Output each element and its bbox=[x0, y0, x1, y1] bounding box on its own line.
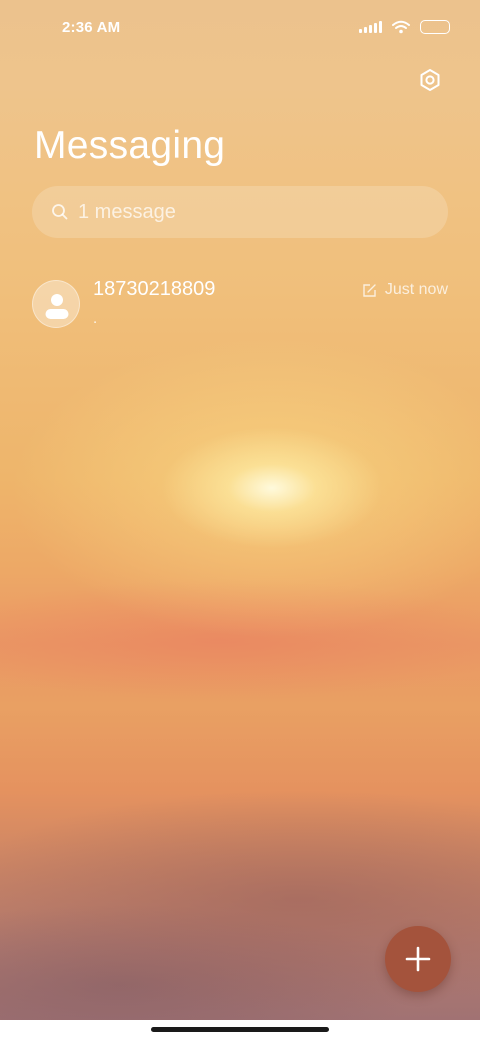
search-bar[interactable] bbox=[32, 186, 448, 238]
avatar bbox=[32, 280, 80, 328]
status-time: 2:36 AM bbox=[62, 19, 121, 36]
wifi-icon bbox=[392, 20, 410, 34]
search-input[interactable] bbox=[78, 186, 428, 238]
battery-icon bbox=[420, 20, 450, 34]
gear-icon bbox=[420, 69, 440, 91]
conversation-meta: Just now bbox=[362, 281, 448, 299]
status-icons bbox=[359, 20, 450, 34]
home-indicator[interactable] bbox=[151, 1027, 329, 1032]
draft-edit-icon bbox=[363, 283, 376, 297]
conversation-item[interactable]: 18730218809 . Just now bbox=[0, 266, 480, 346]
navigation-bar bbox=[0, 1020, 480, 1040]
message-preview: . bbox=[93, 310, 98, 327]
new-message-button[interactable] bbox=[385, 926, 451, 992]
signal-icon bbox=[359, 21, 382, 33]
settings-button[interactable] bbox=[416, 66, 444, 94]
contact-name: 18730218809 bbox=[93, 278, 216, 300]
page-title: Messaging bbox=[34, 124, 226, 167]
plus-icon bbox=[405, 946, 431, 972]
search-icon bbox=[52, 204, 68, 220]
message-time: Just now bbox=[384, 281, 448, 298]
person-icon bbox=[45, 294, 69, 319]
status-bar: 2:36 AM bbox=[0, 0, 480, 56]
